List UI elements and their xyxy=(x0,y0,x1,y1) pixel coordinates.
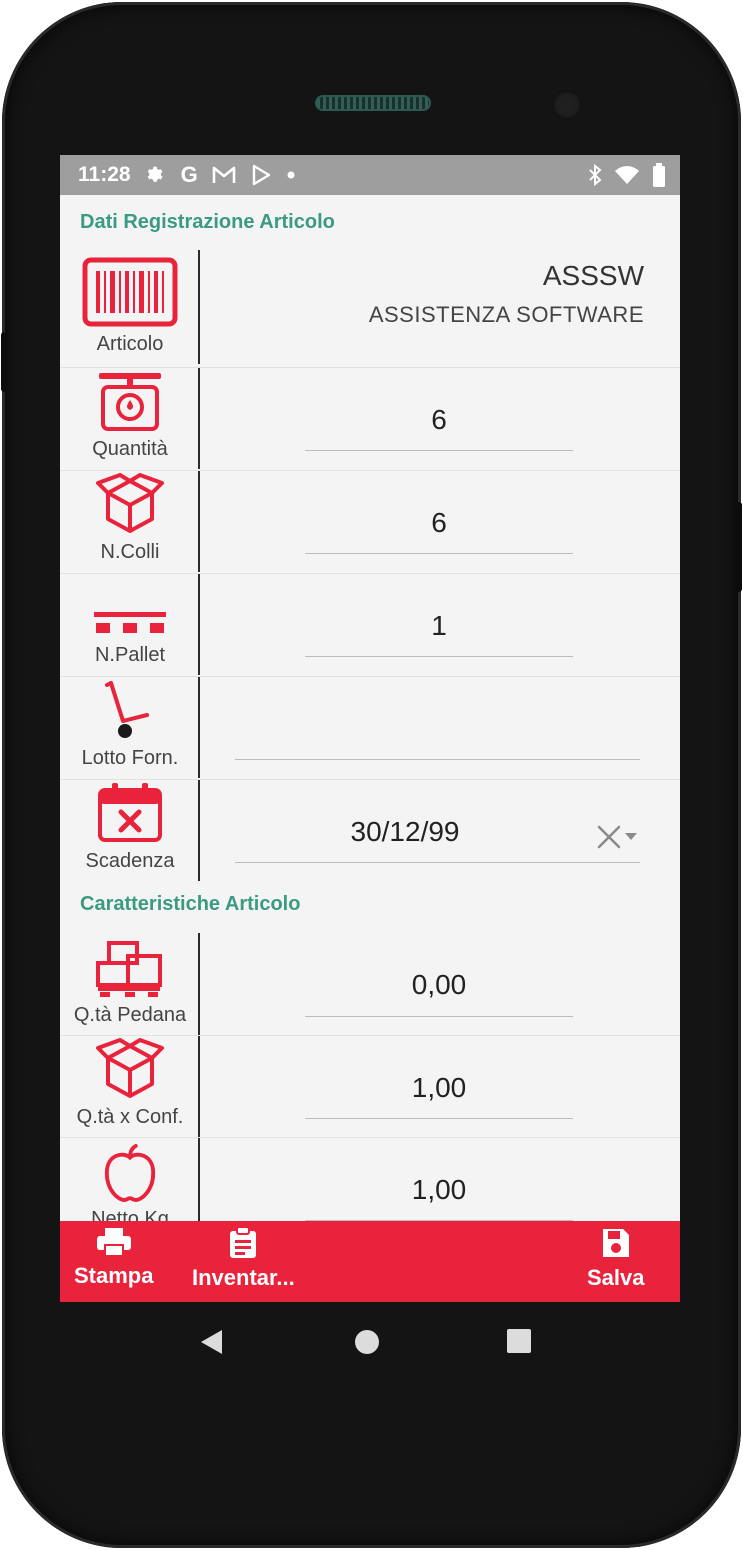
netto-label: Netto Kg xyxy=(91,1208,169,1221)
nav-recents-button[interactable] xyxy=(506,1328,532,1359)
row-npallet[interactable]: N.Pallet 1 xyxy=(60,573,680,675)
clipboard-icon xyxy=(230,1227,257,1258)
settings-icon xyxy=(145,164,167,186)
nav-home-button[interactable] xyxy=(353,1328,381,1361)
scadenza-label: Scadenza xyxy=(85,850,175,872)
field-underline xyxy=(305,553,573,554)
qta-conf-label: Q.tà x Conf. xyxy=(76,1106,184,1128)
section-title-features: Caratteristiche Articolo xyxy=(80,893,301,915)
google-icon: G xyxy=(180,162,198,187)
printer-icon xyxy=(96,1228,131,1257)
row-articolo[interactable]: Articolo ASSSW ASSISTENZA SOFTWARE xyxy=(60,250,680,364)
app-screen: 11:28 G Dati Registrazione Articolo Arti… xyxy=(60,155,680,1302)
status-bar: 11:28 G xyxy=(60,155,680,195)
ncolli-label: N.Colli xyxy=(100,541,160,563)
row-scadenza[interactable]: Scadenza 30/12/99 xyxy=(60,779,680,881)
column-divider xyxy=(198,574,200,675)
form-content[interactable]: Dati Registrazione Articolo Articolo ASS… xyxy=(60,195,680,1221)
row-qta-conf[interactable]: Q.tà x Conf. 1,00 xyxy=(60,1035,680,1137)
front-camera xyxy=(552,90,582,120)
save-label: Salva xyxy=(587,1265,645,1290)
clear-dropdown-icon xyxy=(597,825,637,849)
earpiece-speaker xyxy=(315,95,431,111)
gmail-icon xyxy=(212,165,236,185)
wifi-icon xyxy=(614,165,640,185)
column-divider xyxy=(198,1036,200,1137)
npallet-label: N.Pallet xyxy=(94,644,166,666)
quantity-field[interactable]: 6 xyxy=(305,404,573,436)
lotto-label: Lotto Forn. xyxy=(81,747,179,769)
row-quantita[interactable]: Quantità 6 xyxy=(60,367,680,469)
row-netto[interactable]: Netto Kg 1,00 xyxy=(60,1137,680,1221)
field-underline xyxy=(235,759,640,760)
barcode-icon xyxy=(82,257,178,327)
calendar-icon xyxy=(98,783,162,842)
nav-back-button[interactable] xyxy=(198,1328,224,1361)
column-divider xyxy=(198,933,200,1035)
play-store-icon xyxy=(250,164,272,186)
field-underline xyxy=(305,450,573,451)
qta-conf-field[interactable]: 1,00 xyxy=(305,1072,573,1104)
article-code: ASSSW xyxy=(542,260,644,291)
hand-truck-icon xyxy=(105,681,149,738)
power-button xyxy=(736,502,742,592)
print-label: Stampa xyxy=(74,1263,154,1288)
expiry-date-field[interactable]: 30/12/99 xyxy=(235,816,575,848)
qta-pedana-field[interactable]: 0,00 xyxy=(305,969,573,1001)
netto-field[interactable]: 1,00 xyxy=(305,1174,573,1206)
save-button[interactable]: Salva xyxy=(587,1227,645,1291)
inventory-label: Inventar... xyxy=(192,1265,295,1290)
box-icon xyxy=(96,473,164,533)
row-ncolli[interactable]: N.Colli 6 xyxy=(60,470,680,572)
back-triangle-icon xyxy=(201,1330,222,1354)
clear-date-button[interactable] xyxy=(596,824,642,855)
qta-pedana-label: Q.tà Pedana xyxy=(73,1004,187,1026)
volume-button xyxy=(1,332,7,392)
inventory-button[interactable]: Inventar... xyxy=(192,1227,295,1291)
battery-icon xyxy=(652,163,666,187)
floppy-disk-icon xyxy=(602,1229,629,1257)
field-underline xyxy=(305,656,573,657)
article-description: ASSISTENZA SOFTWARE xyxy=(368,302,644,327)
bluetooth-icon xyxy=(588,164,602,186)
notification-dot-icon xyxy=(286,170,296,180)
section-title-registration: Dati Registrazione Articolo xyxy=(80,211,335,233)
row-qta-pedana[interactable]: Q.tà Pedana 0,00 xyxy=(60,933,680,1035)
articolo-label: Articolo xyxy=(96,333,164,355)
row-lotto[interactable]: Lotto Forn. xyxy=(60,676,680,778)
box-icon xyxy=(96,1038,164,1098)
field-underline xyxy=(235,862,640,863)
bottom-toolbar: Stampa Inventar... Salva xyxy=(60,1221,680,1302)
column-divider xyxy=(198,471,200,572)
scale-icon xyxy=(99,373,161,431)
pallet-icon xyxy=(94,612,166,633)
column-divider xyxy=(198,1138,200,1221)
home-circle-icon xyxy=(355,1330,379,1354)
print-button[interactable]: Stampa xyxy=(74,1227,153,1289)
boxes-on-pallet-icon xyxy=(96,941,162,997)
system-nav-bar xyxy=(60,1302,680,1382)
recents-square-icon xyxy=(507,1329,531,1353)
column-divider xyxy=(198,250,200,364)
quantita-label: Quantità xyxy=(92,438,168,460)
status-time: 11:28 xyxy=(78,163,131,186)
column-divider xyxy=(198,368,200,469)
field-underline xyxy=(305,1016,573,1017)
column-divider xyxy=(198,780,200,881)
field-underline xyxy=(305,1118,573,1119)
column-divider xyxy=(198,677,200,778)
npallet-field[interactable]: 1 xyxy=(305,610,573,642)
ncolli-field[interactable]: 6 xyxy=(305,507,573,539)
apple-icon xyxy=(104,1144,156,1202)
